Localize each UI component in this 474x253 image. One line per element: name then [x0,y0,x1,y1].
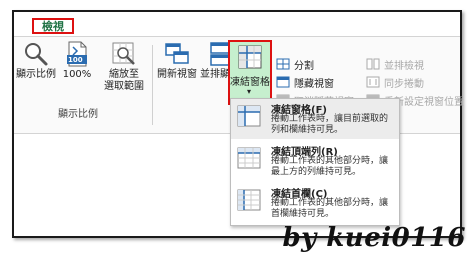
view-side-by-side-button[interactable]: 並排檢視 [366,57,424,72]
menu-item-freeze-top-row[interactable]: 凍結頂端列(R) 捲動工作表的其他部分時，讓最上方的列維持可見。 [231,141,399,181]
zoom-100-badge: 100 [68,56,83,64]
side-by-side-icon [366,58,380,70]
freeze-panes-button[interactable]: 凍結窗格 ▾ [228,40,272,105]
split-icon [276,58,290,70]
excel-window: 檢視 顯示比例 100 100% 縮放至 選取範圍 顯示比例 開新視窗 並排顯示… [12,10,464,238]
ribbon-tab-row: 檢視 [14,12,460,34]
new-window-icon [164,41,190,67]
zoom-100-button[interactable]: 100 100% [60,41,94,93]
freeze-panes-icon [237,44,263,70]
menu-item-freeze-panes[interactable]: 凍結窗格(F) 捲動工作表時，讓目前選取的列和欄維持可見。 [231,99,399,139]
freeze-panes-icon [237,105,261,127]
hide-window-icon [276,76,290,88]
new-window-button[interactable]: 開新視窗 [156,41,198,93]
magnifier-icon [23,41,49,67]
hide-window-button[interactable]: 隱藏視窗 [276,75,334,90]
zoom-button[interactable]: 顯示比例 [16,41,56,93]
zoom-selection-icon [111,41,137,67]
sync-scroll-button[interactable]: 同步捲動 [366,75,424,90]
group-divider [152,45,153,125]
chevron-down-icon: ▾ [247,87,252,96]
freeze-panes-menu: 凍結窗格(F) 捲動工作表時，讓目前選取的列和欄維持可見。 凍結頂端列(R) 捲… [230,98,400,226]
author-watermark: by kuei0116 [282,223,466,253]
freeze-top-row-icon [237,147,261,169]
page-100-icon: 100 [64,41,90,67]
zoom-to-selection-button[interactable]: 縮放至 選取範圍 [102,41,146,93]
freeze-first-column-icon [237,189,261,211]
tab-view[interactable]: 檢視 [32,18,74,34]
sync-scroll-icon [366,76,380,88]
split-button[interactable]: 分割 [276,57,314,72]
group-label-zoom: 顯示比例 [58,109,98,120]
menu-item-freeze-first-column[interactable]: 凍結首欄(C) 捲動工作表的其他部分時，讓首欄維持可見。 [231,183,399,223]
